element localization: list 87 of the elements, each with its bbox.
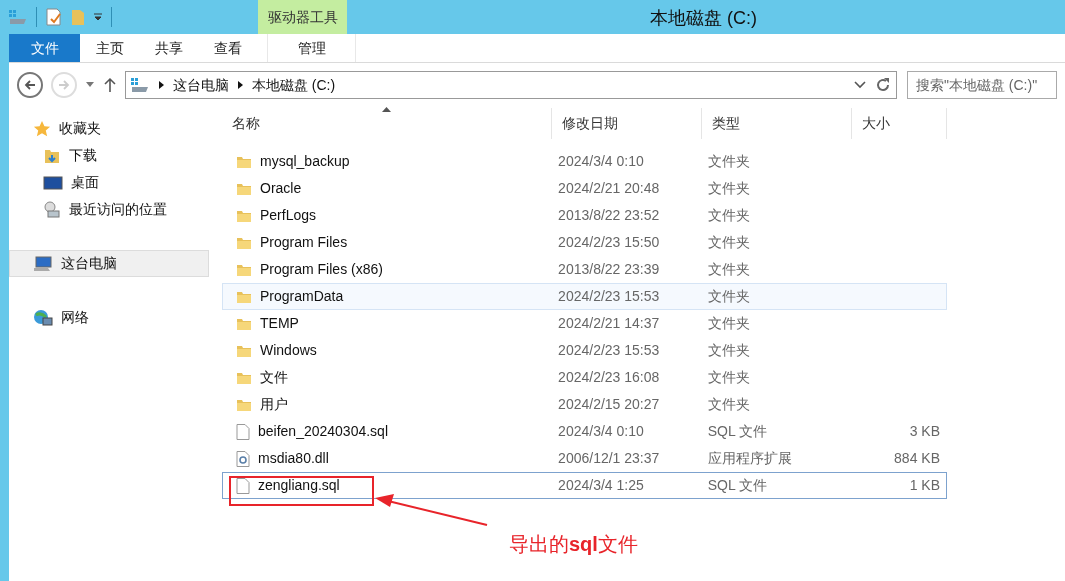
file-type: 文件夹: [706, 179, 751, 198]
file-type: 应用程序扩展: [706, 449, 793, 468]
file-type: 文件夹: [706, 395, 751, 414]
breadcrumb-chevron-icon[interactable]: [236, 80, 244, 90]
file-icon: [236, 423, 250, 440]
modified-date: 2024/3/4 0:10: [557, 152, 645, 171]
column-header[interactable]: 修改日期: [552, 108, 702, 139]
file-row[interactable]: zengliang.sql 2024/3/4 1:25 SQL 文件 1 KB: [222, 472, 947, 499]
file-size: 3 KB: [909, 422, 940, 441]
file-type: 文件夹: [706, 341, 751, 360]
back-button[interactable]: [17, 72, 43, 98]
breadcrumb-chevron-icon[interactable]: [157, 80, 165, 90]
file-name: msdia80.dll: [258, 449, 329, 468]
sidebar-item[interactable]: 桌面: [9, 169, 209, 196]
modified-date: 2024/3/4 1:25: [557, 476, 645, 495]
desktop-icon: [43, 174, 63, 191]
file-type: 文件夹: [706, 206, 751, 225]
file-type: 文件夹: [706, 287, 751, 306]
gear-file-icon: [236, 450, 250, 467]
modified-date: 2024/3/4 0:10: [557, 422, 645, 441]
file-name: Oracle: [260, 179, 302, 198]
sidebar-item[interactable]: 网络: [9, 304, 209, 331]
file-name: TEMP: [260, 314, 299, 333]
dropdown-chevron-icon[interactable]: [854, 81, 866, 89]
file-name: Windows: [260, 341, 317, 360]
file-name: zengliang.sql: [258, 476, 340, 495]
back-arrow-icon: [24, 79, 36, 91]
file-type: 文件夹: [706, 233, 751, 252]
sidebar-item[interactable]: 下载: [9, 142, 209, 169]
modified-date: 2024/2/23 15:50: [557, 233, 661, 252]
file-name: Program Files (x86): [260, 260, 383, 279]
sidebar-item[interactable]: 这台电脑: [9, 250, 209, 277]
annotation-label: 导出的sql文件: [509, 532, 638, 557]
file-type: 文件夹: [706, 260, 751, 279]
modified-date: 2024/2/23 16:08: [557, 368, 661, 387]
file-icon: [236, 477, 250, 494]
breadcrumb[interactable]: 这台电脑: [172, 74, 229, 96]
file-type: SQL 文件: [706, 422, 769, 441]
column-header[interactable]: 类型: [702, 108, 852, 139]
column-header[interactable]: 大小: [852, 108, 947, 139]
sidebar-item[interactable]: 收藏夹: [9, 115, 209, 142]
file-name: ProgramData: [260, 287, 344, 306]
file-size: 884 KB: [894, 449, 940, 468]
drive-icon: [129, 77, 150, 93]
file-name: 用户: [260, 395, 288, 414]
history-caret-icon[interactable]: [84, 82, 95, 88]
drive-icon: [8, 9, 28, 25]
sidebar-item[interactable]: 最近访问的位置: [9, 196, 209, 223]
properties-icon[interactable]: [45, 8, 63, 26]
file-name: 文件: [260, 368, 288, 387]
modified-date: 2013/8/22 23:52: [557, 206, 661, 225]
ribbon-tab[interactable]: 文件: [9, 34, 80, 62]
file-name: mysql_backup: [260, 152, 350, 171]
breadcrumb[interactable]: 本地磁盘 (C:): [251, 74, 336, 96]
modified-date: 2024/2/15 20:27: [557, 395, 661, 414]
ribbon-tab[interactable]: 查看: [198, 34, 257, 62]
address-bar[interactable]: 这台电脑 本地磁盘 (C:): [124, 71, 897, 99]
file-type: 文件夹: [706, 314, 751, 333]
computer-icon: [33, 255, 53, 272]
recent-places-icon: [43, 200, 61, 219]
window-title: 本地磁盘 (C:): [650, 7, 757, 30]
modified-date: 2024/2/23 15:53: [557, 341, 661, 360]
ribbon-tab[interactable]: 共享: [139, 34, 198, 62]
column-header[interactable]: 名称: [222, 108, 552, 139]
up-arrow-icon[interactable]: [102, 77, 117, 93]
modified-date: 2006/12/1 23:37: [557, 449, 661, 468]
modified-date: 2024/2/21 20:48: [557, 179, 661, 198]
forward-arrow-icon: [57, 79, 70, 91]
file-name: beifen_20240304.sql: [258, 422, 388, 441]
ribbon-tab[interactable]: 管理: [267, 34, 356, 62]
modified-date: 2024/2/23 15:53: [557, 287, 661, 306]
ribbon-tab[interactable]: 主页: [80, 34, 139, 62]
modified-date: 2024/2/21 14:37: [557, 314, 661, 333]
file-name: Program Files: [260, 233, 348, 252]
modified-date: 2013/8/22 23:39: [557, 260, 661, 279]
network-icon: [33, 308, 53, 327]
refresh-icon[interactable]: [874, 76, 892, 94]
file-type: 文件夹: [706, 368, 751, 387]
file-type: SQL 文件: [706, 476, 769, 495]
sort-arrow-icon: [382, 107, 391, 112]
file-row[interactable]: ProgramData 2024/2/23 15:53 文件夹: [222, 283, 947, 310]
context-tab-group: 驱动器工具: [258, 0, 347, 34]
star-icon: [33, 119, 51, 138]
search-field[interactable]: 搜索"本地磁盘 (C:)": [907, 71, 1057, 99]
file-size: 1 KB: [909, 476, 940, 495]
file-name: PerfLogs: [260, 206, 317, 225]
file-type: 文件夹: [706, 152, 751, 171]
